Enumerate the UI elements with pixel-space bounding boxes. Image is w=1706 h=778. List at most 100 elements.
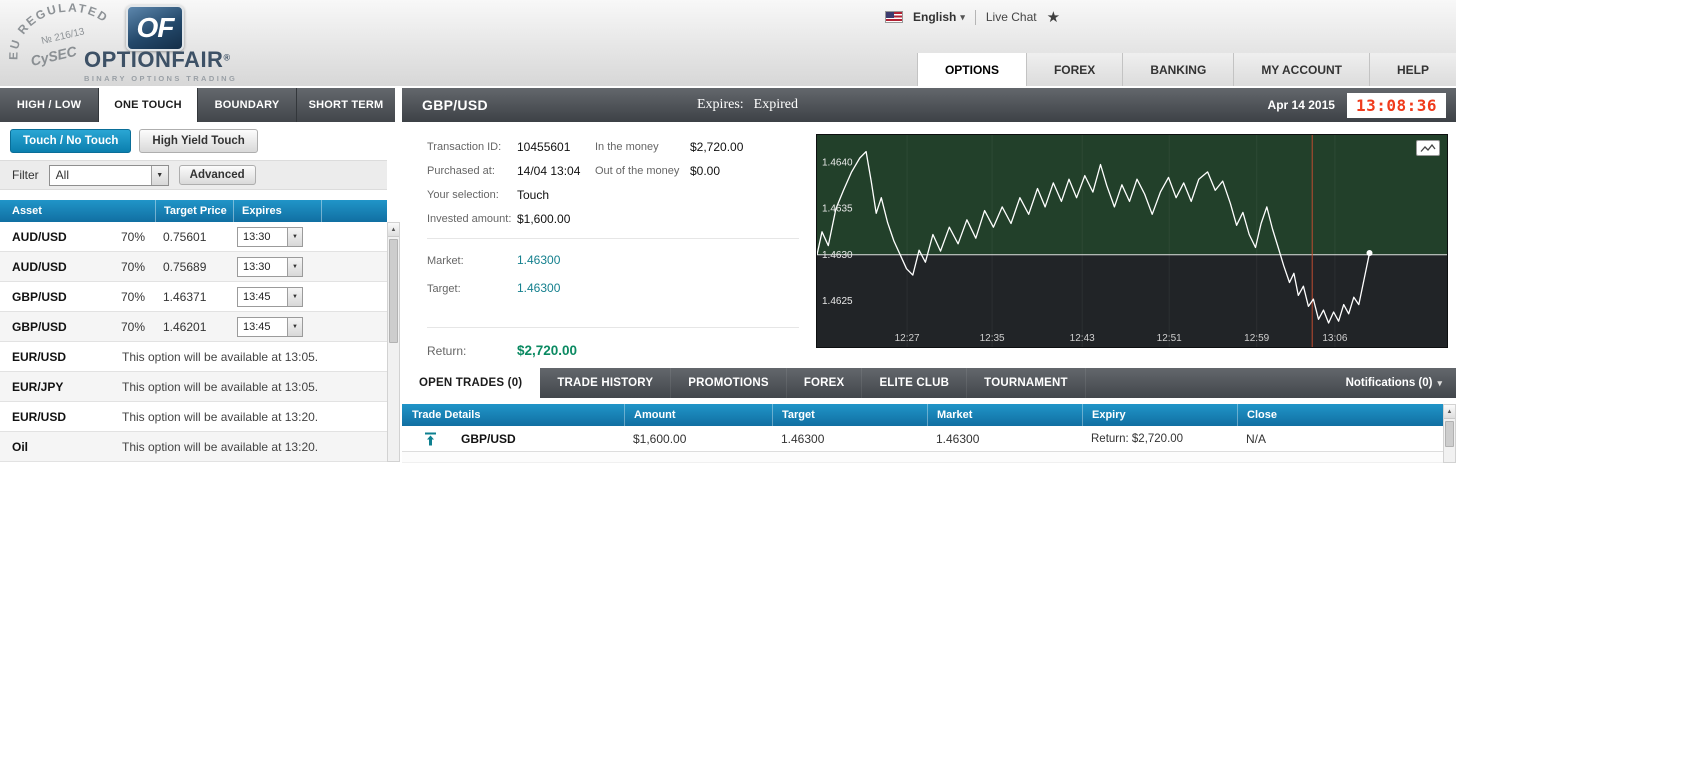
expiry-select[interactable]: 13:45 ▼ [237, 287, 303, 307]
bottom-tab-promotions[interactable]: PROMOTIONS [671, 368, 787, 398]
panel-tab-short-term[interactable]: SHORT TERM [297, 88, 395, 122]
detail-label: In the money [595, 141, 690, 153]
chevron-down-icon: ▼ [287, 288, 302, 306]
target-row: Target:1.46300 [427, 279, 807, 297]
brand-name-block: OPTIONFAIR® BINARY OPTIONS TRADING [84, 47, 237, 83]
svg-text:1.4635: 1.4635 [822, 204, 853, 215]
chevron-down-icon: ▼ [287, 258, 302, 276]
nav-tab-banking[interactable]: BANKING [1122, 53, 1233, 86]
bottom-tab-tournament[interactable]: TOURNAMENT [967, 368, 1086, 398]
availability-message: This option will be available at 13:05. [122, 380, 318, 394]
expiry-select[interactable]: 13:30▼ [237, 257, 303, 277]
flag-icon [885, 11, 903, 23]
svg-text:12:51: 12:51 [1157, 333, 1182, 344]
asset-row: OilThis option will be available at 13:2… [0, 432, 387, 462]
column-header-amount: Amount [624, 404, 772, 426]
asset-row[interactable]: GBP/USD70%1.4620113:45▼ [0, 312, 387, 342]
detail-value: $2,720.00 [690, 140, 807, 154]
svg-text:1.4630: 1.4630 [822, 250, 853, 261]
asset-row: EUR/USDThis option will be available at … [0, 402, 387, 432]
column-header-close: Close [1237, 404, 1443, 426]
chart-type-button[interactable] [1416, 140, 1440, 156]
expires-value: Expired [754, 97, 798, 112]
detail-label: Purchased at: [427, 165, 517, 177]
touch-no-touch-button[interactable]: Touch / No Touch [10, 129, 131, 153]
nav-tab-options[interactable]: OPTIONS [917, 53, 1026, 86]
trade-details-panel: Transaction ID: 10455601 In the money $2… [402, 122, 1456, 360]
availability-message: This option will be available at 13:20. [122, 410, 318, 424]
detail-value: Touch [517, 188, 595, 202]
availability-message: This option will be available at 13:20. [122, 440, 318, 454]
bottom-tab-trade-history[interactable]: TRADE HISTORY [540, 368, 671, 398]
expiry-value: 13:45 [238, 291, 271, 303]
expiry-select[interactable]: 13:45▼ [237, 317, 303, 337]
asset-row[interactable]: AUD/USD70%0.7560113:30▼ [0, 222, 387, 252]
scrollbar-thumb[interactable] [389, 239, 398, 343]
asset-rows: AUD/USD70%0.7560113:30▼AUD/USD70%0.75689… [0, 222, 387, 462]
open-trades-table: Trade DetailsAmountTargetMarketExpiryClo… [402, 404, 1456, 463]
scroll-up-button[interactable]: ▲ [388, 223, 399, 237]
column-header-expires: Expires [233, 200, 321, 222]
target-price: 1.46371 [155, 290, 233, 304]
open-trade-row[interactable]: GBP/USD $1,600.00 1.46300 1.46300 Return… [402, 426, 1443, 452]
column-header-target: Target [772, 404, 927, 426]
trade-area: GBP/USD Expires:Expired Apr 14 2015 13:0… [402, 88, 1456, 463]
asset-name: EUR/USD [0, 410, 122, 424]
chevron-down-icon: ▾ [1437, 378, 1442, 389]
trade-amount: $1,600.00 [624, 432, 772, 446]
asset-name: EUR/JPY [0, 380, 122, 394]
notifications-toggle[interactable]: Notifications (0) ▾ [1346, 377, 1456, 389]
filter-select[interactable]: All ▼ [49, 165, 169, 186]
target-price: 0.75689 [155, 260, 233, 274]
asset-row[interactable]: AUD/USD70%0.75689 13:30▼ [0, 252, 387, 282]
trades-scrollbar[interactable]: ▲ [1443, 404, 1456, 463]
asset-scrollbar[interactable]: ▲ [387, 222, 400, 462]
svg-text:12:27: 12:27 [895, 333, 920, 344]
nav-tab-my-account[interactable]: MY ACCOUNT [1233, 53, 1369, 86]
clock-display: 13:08:36 [1347, 93, 1446, 118]
empty-row [402, 452, 1443, 463]
detail-value: $1,600.00 [517, 212, 595, 226]
language-selector[interactable]: English ▾ [913, 10, 965, 24]
panel-tab-boundary[interactable]: BOUNDARY [198, 88, 297, 122]
payout-percentage: 70% [121, 290, 155, 304]
divider [975, 10, 976, 25]
open-trades-header: Trade DetailsAmountTargetMarketExpiryClo… [402, 404, 1443, 426]
live-chat-link[interactable]: Live Chat [986, 10, 1037, 24]
svg-text:12:59: 12:59 [1244, 333, 1269, 344]
favorite-star-icon[interactable]: ★ [1047, 8, 1060, 26]
panel-tab-high-low[interactable]: HIGH / LOW [0, 88, 99, 122]
option-type-tabs: HIGH / LOWONE TOUCHBOUNDARYSHORT TERM [0, 88, 395, 122]
asset-name: AUD/USD [0, 230, 67, 244]
brand-name: OPTIONFAIR [84, 47, 223, 72]
asset-row[interactable]: GBP/USD70%1.4637113:45▼ [0, 282, 387, 312]
expires-cell: 13:30▼ [233, 257, 321, 277]
target-value: 1.46300 [517, 281, 560, 295]
chevron-down-icon: ▼ [287, 228, 302, 246]
target-price: 0.75601 [155, 230, 233, 244]
scrollbar-thumb[interactable] [1445, 421, 1454, 447]
expiry-select[interactable]: 13:30▼ [237, 227, 303, 247]
detail-value: $0.00 [690, 164, 807, 178]
primary-nav: OPTIONSFOREXBANKINGMY ACCOUNTHELP [917, 53, 1456, 86]
column-header-trade-details: Trade Details [402, 404, 624, 426]
price-chart-canvas: 1.46401.46351.46301.462512:2712:3512:431… [817, 135, 1447, 347]
asset-table-header: Asset Target Price Expires [0, 200, 387, 222]
high-yield-touch-button[interactable]: High Yield Touch [139, 129, 257, 153]
bottom-tab-elite-club[interactable]: ELITE CLUB [862, 368, 967, 398]
svg-text:13:06: 13:06 [1322, 333, 1347, 344]
asset-cell: AUD/USD70% [0, 260, 155, 274]
touch-option-icon [424, 432, 437, 446]
scroll-up-button[interactable]: ▲ [1444, 405, 1455, 419]
panel-tab-one-touch[interactable]: ONE TOUCH [99, 88, 198, 122]
expires-cell: 13:45 ▼ [233, 287, 321, 307]
line-chart-icon [1420, 144, 1436, 153]
market-value: 1.46300 [517, 253, 560, 267]
advanced-button[interactable]: Advanced [179, 165, 256, 185]
bottom-tab-forex[interactable]: FOREX [787, 368, 863, 398]
nav-tab-help[interactable]: HELP [1369, 53, 1456, 86]
detail-label: Transaction ID: [427, 141, 517, 153]
nav-tab-forex[interactable]: FOREX [1026, 53, 1122, 86]
expires-cell: 13:30▼ [233, 227, 321, 247]
bottom-tab-open-trades-0[interactable]: OPEN TRADES (0) [402, 368, 540, 398]
